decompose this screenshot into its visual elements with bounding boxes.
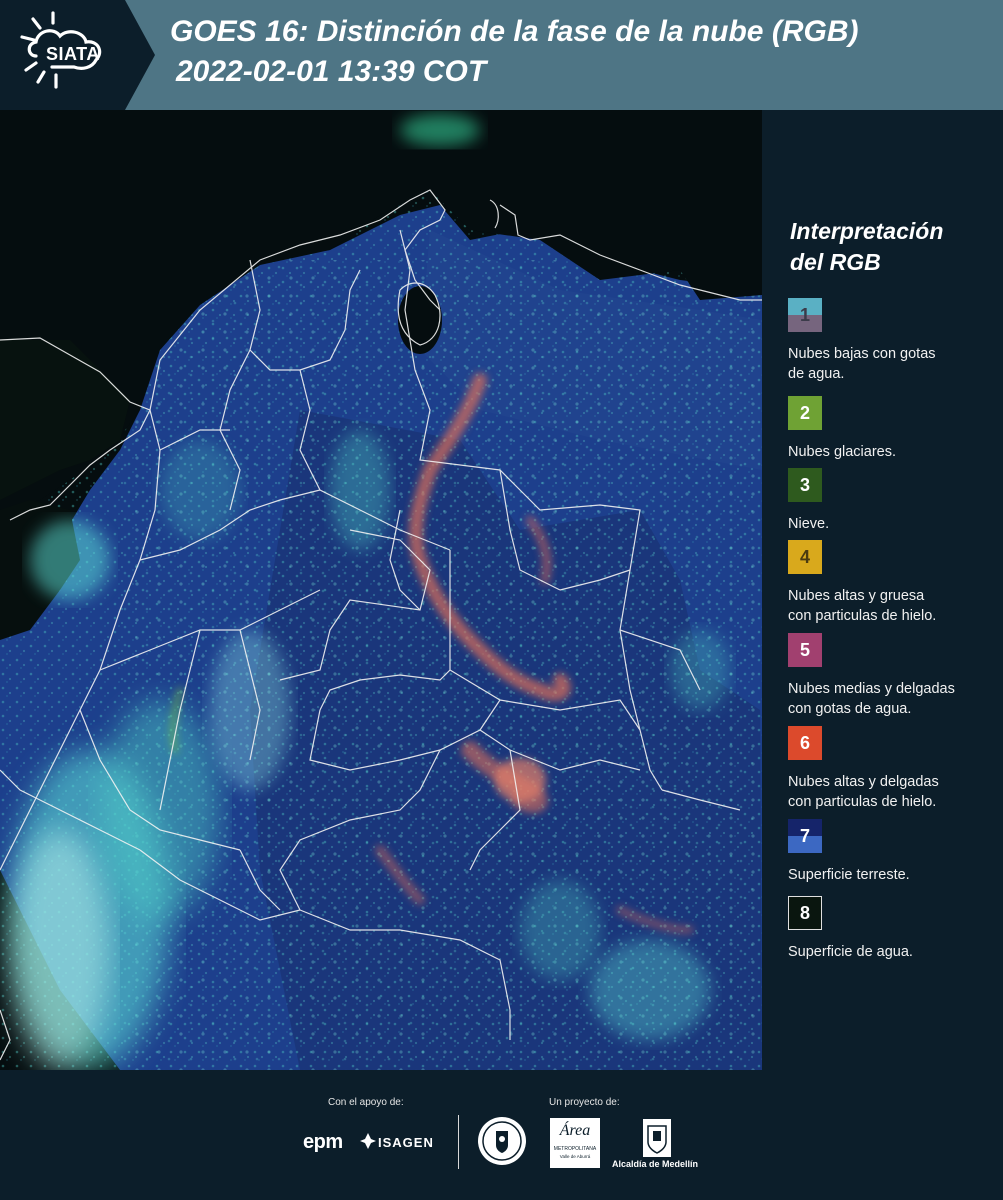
siata-logo[interactable]: SIATA (0, 0, 155, 110)
epm-logo[interactable]: epm (303, 1131, 343, 1154)
satellite-map[interactable] (0, 110, 762, 1070)
legend-swatch: 2 (788, 396, 822, 430)
page-timestamp: 2022-02-01 13:39 COT (176, 55, 487, 88)
legend-swatch: 3 (788, 468, 822, 502)
university-seal-icon[interactable] (476, 1115, 528, 1167)
legend-swatch: 4 (788, 540, 822, 574)
area-metropolitana-logo[interactable]: Área METROPOLITANA Valle de Aburrá (550, 1118, 600, 1168)
legend-swatch: 1 (788, 298, 822, 332)
legend-title: Interpretación del RGB (790, 218, 944, 275)
page-title: GOES 16: Distinción de la fase de la nub… (170, 15, 859, 48)
legend-panel: Interpretación del RGB 1 Nubes bajas con… (762, 110, 1003, 1070)
legend-label: Nieve. (788, 516, 830, 532)
isagen-icon (360, 1133, 376, 1149)
support-label: Con el apoyo de: (328, 1097, 404, 1108)
legend-swatch: 6 (788, 726, 822, 760)
alcaldia-label: Alcaldía de Medellín (612, 1159, 699, 1169)
legend-label: Nubes medias y delgadas con gotas de agu… (788, 681, 955, 717)
legend-swatch: 7 (788, 819, 822, 853)
isagen-logo[interactable]: ISAGEN (378, 1135, 434, 1150)
legend-label: Superficie de agua. (788, 944, 913, 960)
project-label: Un proyecto de: (549, 1097, 620, 1108)
legend-label: Nubes altas y delgadas con particulas de… (788, 774, 939, 810)
header-bar: SIATA GOES 16: Distinción de la fase de … (0, 0, 1003, 110)
legend-label: Nubes bajas con gotas de agua. (788, 346, 936, 382)
legend-swatch: 5 (788, 633, 822, 667)
legend-label: Superficie terreste. (788, 867, 910, 883)
logo-text: SIATA (46, 44, 100, 64)
legend-label: Nubes altas y gruesa con particulas de h… (788, 588, 937, 624)
legend-swatch: 8 (788, 896, 822, 930)
legend-label: Nubes glaciares. (788, 444, 896, 460)
medellin-crest-icon[interactable] (642, 1118, 672, 1158)
satellite-image (0, 110, 762, 1070)
footer: Con el apoyo de: Un proyecto de: epm ISA… (0, 1070, 1003, 1200)
footer-divider (458, 1115, 459, 1169)
